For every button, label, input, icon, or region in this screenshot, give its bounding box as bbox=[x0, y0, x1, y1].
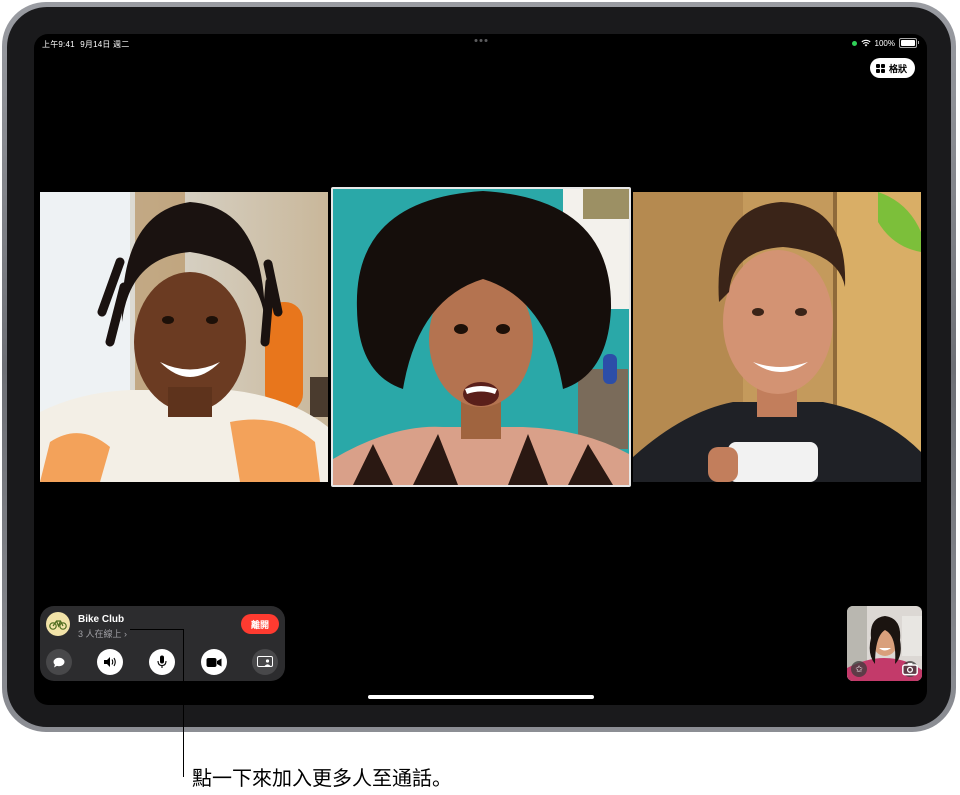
camera-switch-icon bbox=[902, 663, 918, 676]
speaker-button[interactable] bbox=[97, 649, 123, 675]
grid-layout-button[interactable]: 格狀 bbox=[869, 58, 915, 78]
participant-video-1 bbox=[40, 192, 328, 482]
leave-button[interactable]: 離開 bbox=[241, 614, 279, 634]
star-effects-icon: ✩ bbox=[855, 663, 863, 674]
status-date: 9月14日 週二 bbox=[80, 40, 130, 49]
call-controls-panel: Bike Club 3 人在線上 › 離開 bbox=[40, 606, 285, 681]
online-count: 3 人在線上 bbox=[78, 629, 122, 639]
switch-camera-button[interactable] bbox=[902, 661, 918, 677]
shareplay-button[interactable] bbox=[252, 649, 278, 675]
group-name: Bike Club bbox=[78, 614, 125, 625]
status-time: 上午9:41 bbox=[42, 40, 75, 49]
participant-tile-3[interactable] bbox=[633, 192, 921, 482]
battery-icon bbox=[899, 38, 919, 48]
effects-button[interactable]: ✩ bbox=[851, 661, 867, 677]
message-bubble-icon bbox=[53, 657, 65, 667]
participant-tile-2-active-speaker[interactable] bbox=[331, 187, 631, 487]
self-view-tile[interactable]: ✩ bbox=[847, 606, 922, 681]
participant-tile-1[interactable] bbox=[40, 192, 328, 482]
battery-percent: 100% bbox=[874, 38, 895, 48]
participant-video-2 bbox=[333, 189, 629, 485]
callout-line-vertical bbox=[183, 629, 184, 777]
wifi-icon bbox=[860, 39, 871, 47]
callout-caption: 點一下來加入更多人至通話。 bbox=[192, 768, 452, 790]
video-camera-icon bbox=[206, 657, 222, 667]
bicycle-icon bbox=[49, 620, 67, 630]
online-count-link[interactable]: 3 人在線上 › bbox=[78, 627, 127, 640]
microphone-button[interactable] bbox=[149, 649, 175, 675]
participant-video-3 bbox=[633, 192, 921, 482]
chevron-right-icon: › bbox=[124, 629, 128, 639]
facetime-screen: 上午9:41 9月14日 週二 100% 格狀 Bike Club 3 人在線上… bbox=[34, 34, 927, 705]
screen-share-icon bbox=[257, 656, 273, 667]
messages-button[interactable] bbox=[46, 649, 72, 675]
grid-icon bbox=[875, 63, 885, 73]
home-indicator[interactable] bbox=[367, 695, 594, 699]
callout-line-horizontal bbox=[130, 629, 184, 630]
camera-in-use-indicator bbox=[851, 40, 857, 46]
multitasking-dots[interactable] bbox=[474, 39, 487, 42]
group-avatar[interactable] bbox=[46, 612, 70, 636]
camera-button[interactable] bbox=[201, 649, 227, 675]
ipad-frame: 上午9:41 9月14日 週二 100% 格狀 Bike Club 3 人在線上… bbox=[2, 2, 956, 732]
microphone-icon bbox=[157, 655, 167, 668]
grid-layout-label: 格狀 bbox=[888, 63, 907, 74]
speaker-icon bbox=[104, 657, 116, 667]
status-bar: 上午9:41 9月14日 週二 100% bbox=[34, 36, 927, 52]
